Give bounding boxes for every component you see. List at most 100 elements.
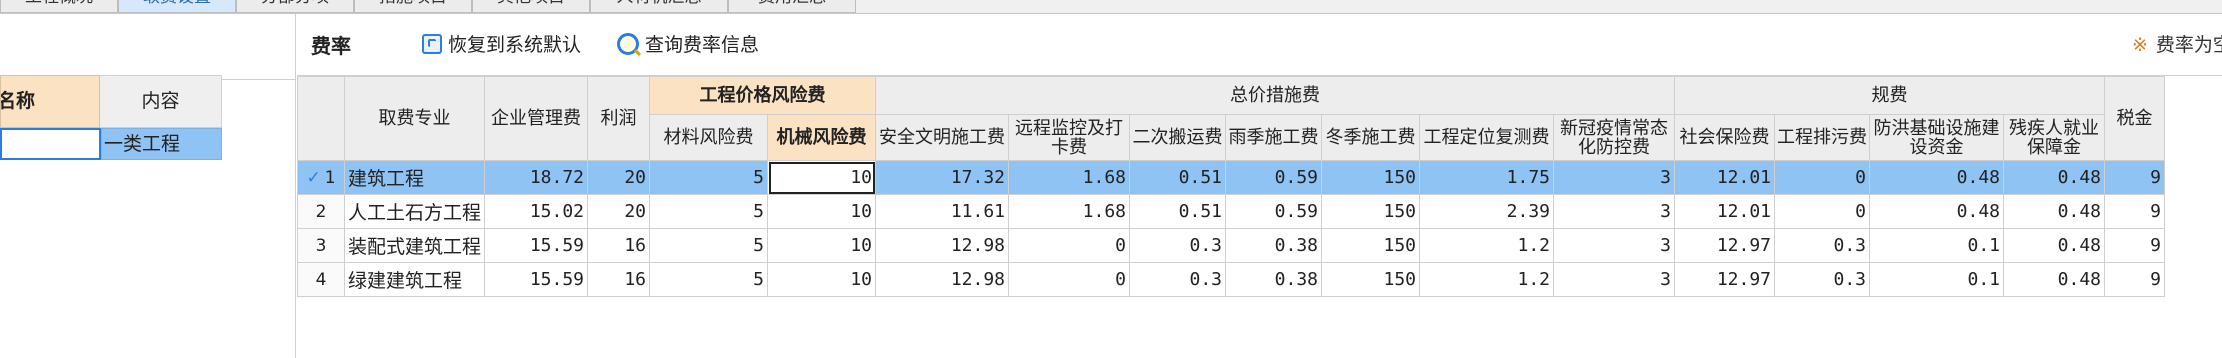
tab-sub-items[interactable]: 分部分项 xyxy=(236,0,354,13)
column-header-content[interactable]: 内容 xyxy=(100,75,222,128)
tax-cell[interactable]: 9 xyxy=(2104,262,2166,297)
specialty-cell[interactable]: 绿建建筑工程 xyxy=(343,262,486,297)
header-covid-prevention[interactable]: 新冠疫情常态化防控费 xyxy=(1553,114,1676,161)
tab-measures[interactable]: 措施项目 xyxy=(354,0,472,13)
header-safety-civil[interactable]: 安全文明施工费 xyxy=(875,114,1010,161)
covid-cell[interactable]: 3 xyxy=(1553,160,1676,195)
profit-cell[interactable]: 20 xyxy=(587,160,651,195)
secondary-transport-cell[interactable]: 0.51 xyxy=(1129,160,1227,195)
tab-cost-summary[interactable]: 费用汇总 xyxy=(728,0,856,13)
social-insurance-cell[interactable]: 12.97 xyxy=(1674,228,1776,263)
monitoring-cell[interactable]: 0 xyxy=(1008,228,1131,263)
flood-cell[interactable]: 0.1 xyxy=(1869,262,2005,297)
disability-cell[interactable]: 0.48 xyxy=(2003,228,2106,263)
specialty-cell[interactable]: 人工土石方工程 xyxy=(343,194,486,229)
header-winter-season[interactable]: 冬季施工费 xyxy=(1321,114,1421,161)
profit-cell[interactable]: 20 xyxy=(587,194,651,229)
material-risk-cell[interactable]: 5 xyxy=(649,228,769,263)
profit-cell[interactable]: 16 xyxy=(587,228,651,263)
social-insurance-cell[interactable]: 12.01 xyxy=(1674,194,1776,229)
positioning-cell[interactable]: 1.2 xyxy=(1419,262,1555,297)
row-number-cell[interactable]: 4 xyxy=(297,262,345,297)
secondary-transport-cell[interactable]: 0.51 xyxy=(1129,194,1227,229)
disability-cell[interactable]: 0.48 xyxy=(2003,194,2106,229)
winter-cell[interactable]: 150 xyxy=(1321,228,1421,263)
material-risk-cell[interactable]: 5 xyxy=(649,194,769,229)
management-cell[interactable]: 15.59 xyxy=(484,228,589,263)
query-rate-button[interactable]: 查询费率信息 xyxy=(617,30,759,57)
name-input-cell[interactable] xyxy=(0,128,101,160)
specialty-cell[interactable]: 装配式建筑工程 xyxy=(343,228,486,263)
pollution-cell[interactable]: 0.3 xyxy=(1774,262,1871,297)
header-rainy-season[interactable]: 雨季施工费 xyxy=(1225,114,1323,161)
tab-labor-material-summary[interactable]: 人材机汇总 xyxy=(590,0,728,13)
header-material-risk[interactable]: 材料风险费 xyxy=(649,114,769,161)
table-row[interactable]: 2 人工土石方工程 15.02 20 5 10 11.61 1.68 0.51 … xyxy=(297,194,2166,229)
safety-cell[interactable]: 17.32 xyxy=(875,160,1010,195)
management-cell[interactable]: 18.72 xyxy=(484,160,589,195)
covid-cell[interactable]: 3 xyxy=(1553,262,1676,297)
secondary-transport-cell[interactable]: 0.3 xyxy=(1129,262,1227,297)
header-profit[interactable]: 利润 xyxy=(587,76,651,161)
row-number-cell[interactable]: 2 xyxy=(297,194,345,229)
safety-cell[interactable]: 12.98 xyxy=(875,228,1010,263)
header-social-insurance[interactable]: 社会保险费 xyxy=(1674,114,1776,161)
specialty-cell[interactable]: 建筑工程 xyxy=(343,160,486,195)
tax-cell[interactable]: 9 xyxy=(2104,194,2166,229)
header-remote-monitoring[interactable]: 远程监控及打卡费 xyxy=(1008,114,1131,161)
covid-cell[interactable]: 3 xyxy=(1553,228,1676,263)
positioning-cell[interactable]: 2.39 xyxy=(1419,194,1555,229)
row-number-cell[interactable]: 3 xyxy=(297,228,345,263)
header-specialty[interactable]: 取费专业 xyxy=(343,76,486,161)
monitoring-cell[interactable]: 0 xyxy=(1008,262,1131,297)
disability-cell[interactable]: 0.48 xyxy=(2003,160,2106,195)
pollution-cell[interactable]: 0.3 xyxy=(1774,228,1871,263)
management-cell[interactable]: 15.59 xyxy=(484,262,589,297)
header-tax[interactable]: 税金 xyxy=(2104,76,2166,161)
profit-cell[interactable]: 16 xyxy=(587,262,651,297)
monitoring-cell[interactable]: 1.68 xyxy=(1008,194,1131,229)
social-insurance-cell[interactable]: 12.01 xyxy=(1674,160,1776,195)
machine-risk-cell[interactable]: 10 xyxy=(767,194,877,229)
header-group-regulatory[interactable]: 规费 xyxy=(1674,76,2106,115)
row-number-cell[interactable]: ✓ 1 xyxy=(297,160,345,195)
machine-risk-cell[interactable]: 10 xyxy=(767,262,877,297)
material-risk-cell[interactable]: 5 xyxy=(649,160,769,195)
monitoring-cell[interactable]: 1.68 xyxy=(1008,160,1131,195)
tab-other-items[interactable]: 其他项目 xyxy=(472,0,590,13)
header-secondary-transport[interactable]: 二次搬运费 xyxy=(1129,114,1227,161)
machine-risk-cell[interactable]: 10 xyxy=(767,228,877,263)
tab-project-overview[interactable]: 工程概况 xyxy=(0,0,118,13)
restore-default-button[interactable]: 恢复到系统默认 xyxy=(422,30,581,57)
safety-cell[interactable]: 11.61 xyxy=(875,194,1010,229)
winter-cell[interactable]: 150 xyxy=(1321,262,1421,297)
table-row[interactable]: 4 绿建建筑工程 15.59 16 5 10 12.98 0 0.3 0.38 … xyxy=(297,262,2166,297)
header-positioning-survey[interactable]: 工程定位复测费 xyxy=(1419,114,1555,161)
flood-cell[interactable]: 0.1 xyxy=(1869,228,2005,263)
header-pollution-fee[interactable]: 工程排污费 xyxy=(1774,114,1871,161)
flood-cell[interactable]: 0.48 xyxy=(1869,160,2005,195)
machine-risk-cell-editing[interactable]: 10 xyxy=(767,160,877,195)
header-machine-risk[interactable]: 机械风险费 xyxy=(767,114,877,161)
material-risk-cell[interactable]: 5 xyxy=(649,262,769,297)
winter-cell[interactable]: 150 xyxy=(1321,160,1421,195)
header-disability-fund[interactable]: 残疾人就业保障金 xyxy=(2003,114,2106,161)
pollution-cell[interactable]: 0 xyxy=(1774,160,1871,195)
positioning-cell[interactable]: 1.75 xyxy=(1419,160,1555,195)
tax-cell[interactable]: 9 xyxy=(2104,160,2166,195)
header-group-price-risk[interactable]: 工程价格风险费 xyxy=(649,76,877,115)
header-group-measures[interactable]: 总价措施费 xyxy=(875,76,1676,115)
content-cell[interactable]: 一类工程 xyxy=(101,128,222,160)
management-cell[interactable]: 15.02 xyxy=(484,194,589,229)
positioning-cell[interactable]: 1.2 xyxy=(1419,228,1555,263)
pollution-cell[interactable]: 0 xyxy=(1774,194,1871,229)
safety-cell[interactable]: 12.98 xyxy=(875,262,1010,297)
covid-cell[interactable]: 3 xyxy=(1553,194,1676,229)
winter-cell[interactable]: 150 xyxy=(1321,194,1421,229)
rainy-cell[interactable]: 0.38 xyxy=(1225,262,1323,297)
flood-cell[interactable]: 0.48 xyxy=(1869,194,2005,229)
rainy-cell[interactable]: 0.59 xyxy=(1225,160,1323,195)
disability-cell[interactable]: 0.48 xyxy=(2003,262,2106,297)
rainy-cell[interactable]: 0.38 xyxy=(1225,228,1323,263)
tab-fee-settings[interactable]: 取费设置 xyxy=(118,0,236,13)
